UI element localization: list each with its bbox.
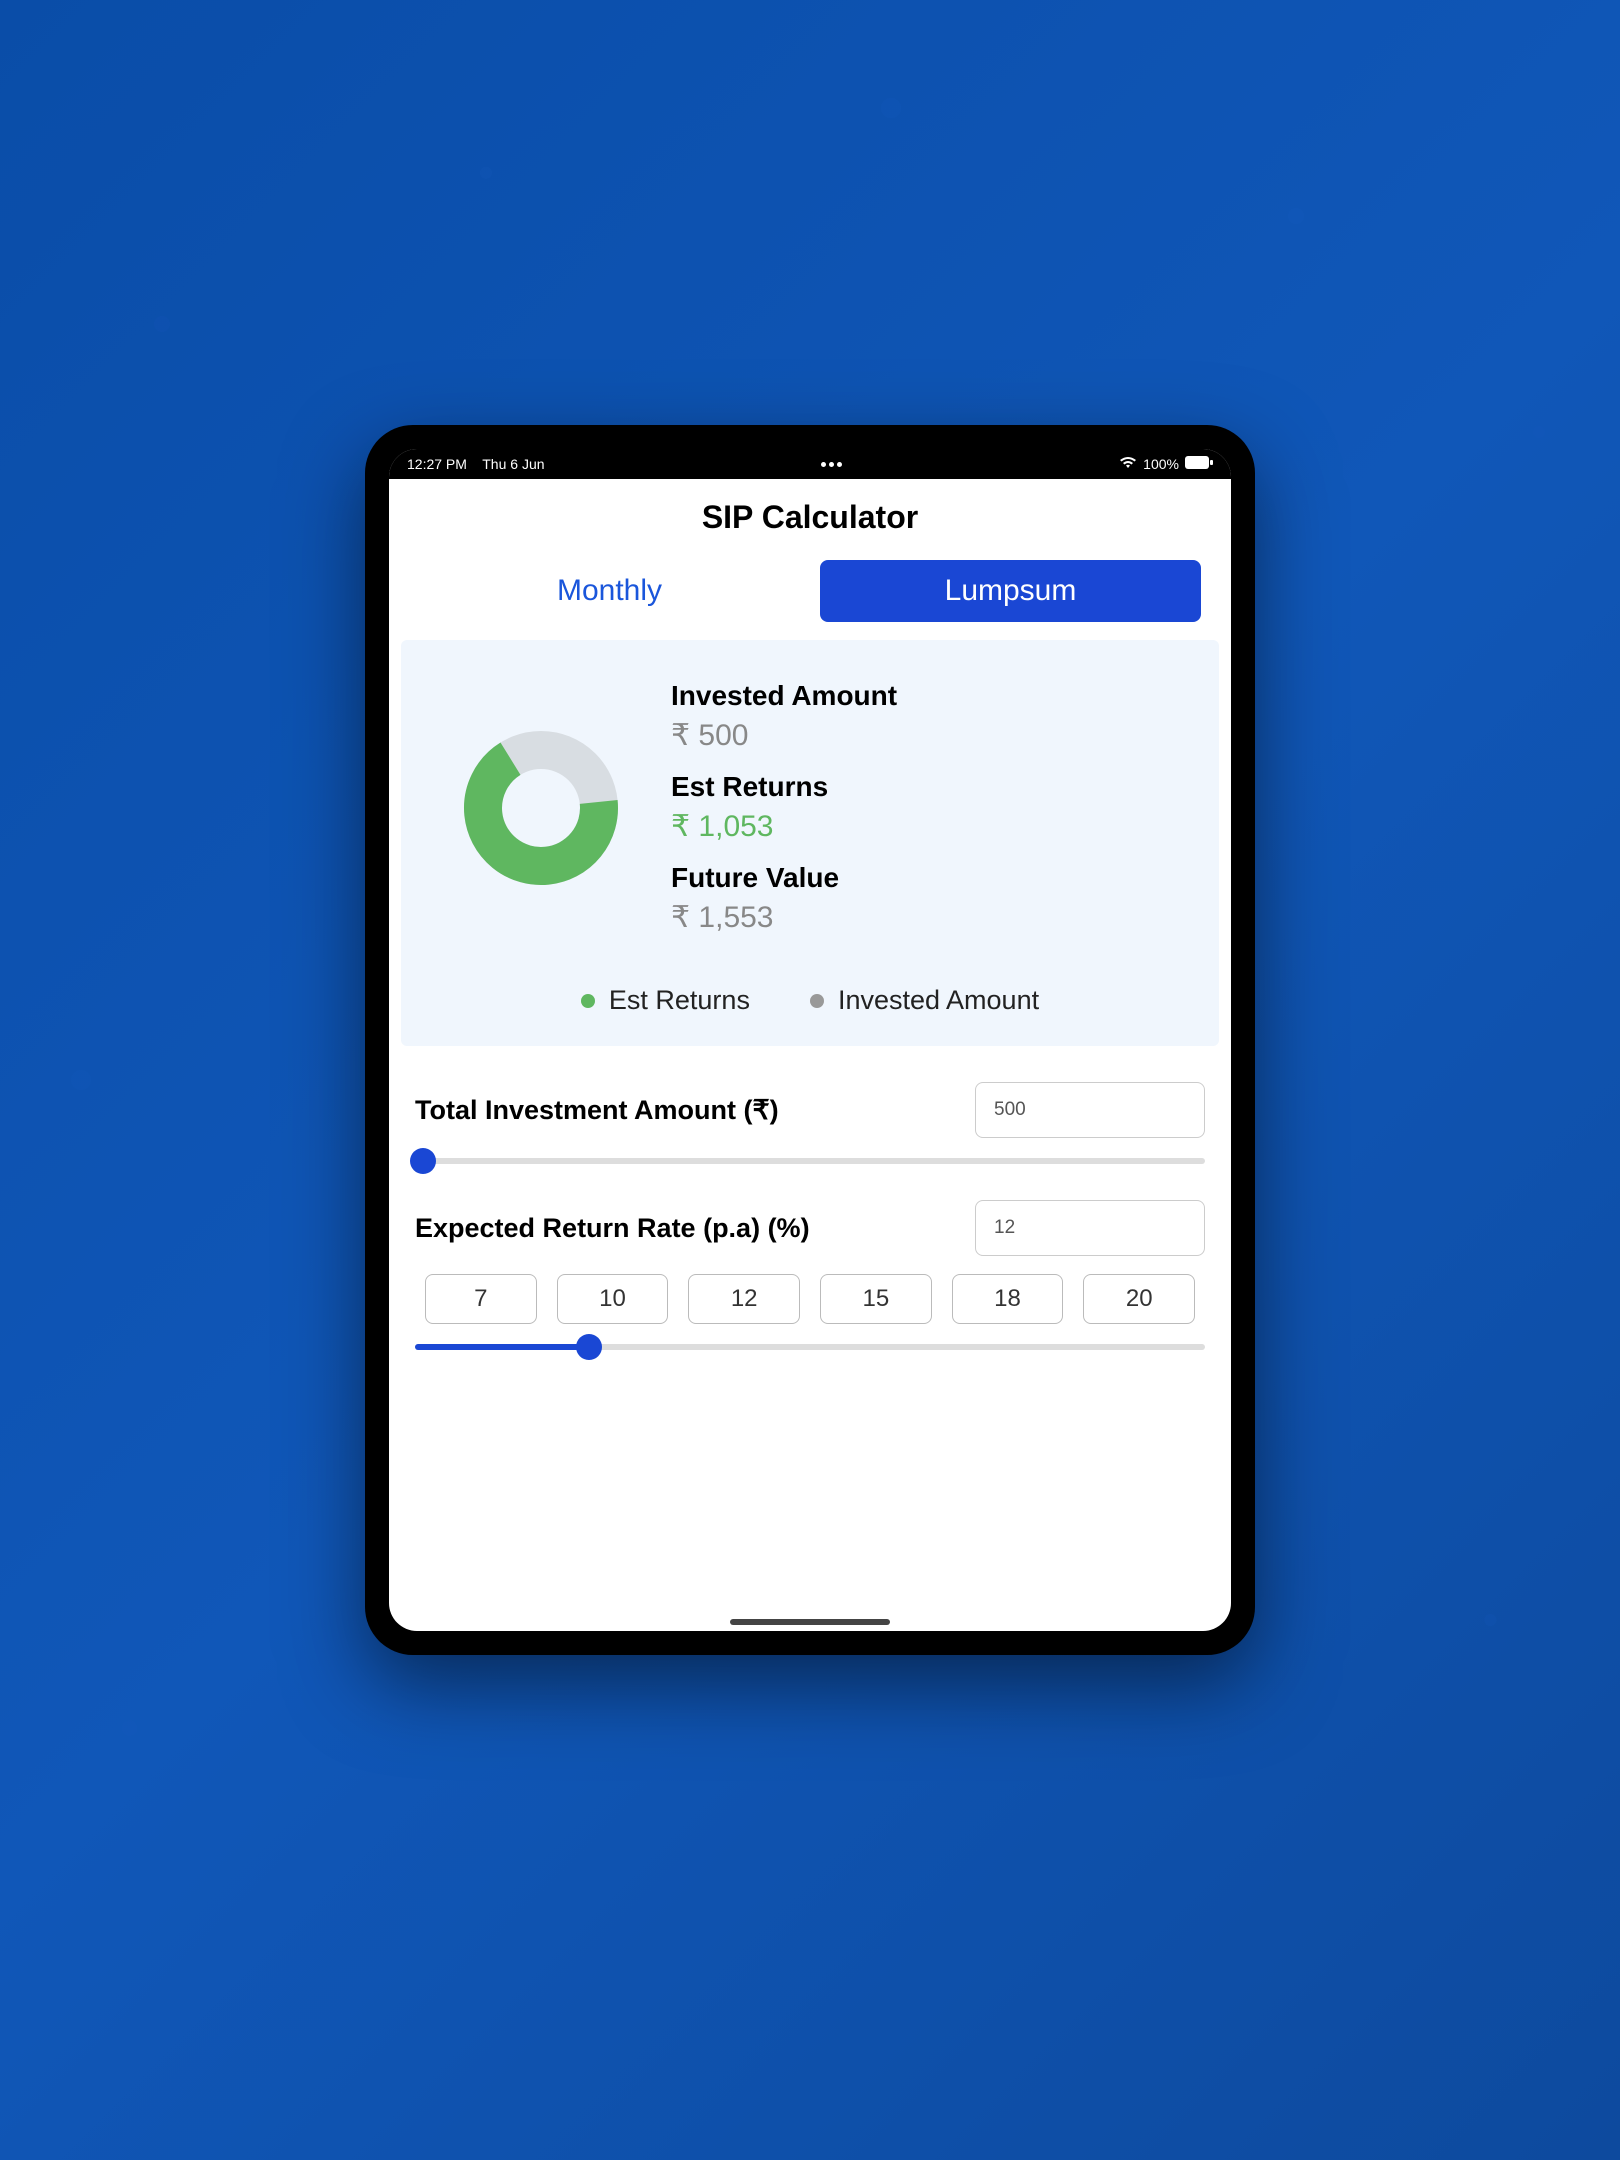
dot-green-icon	[581, 994, 595, 1008]
chip-12[interactable]: 12	[688, 1274, 800, 1324]
chip-18[interactable]: 18	[952, 1274, 1064, 1324]
invested-value: ₹ 500	[671, 718, 1189, 753]
content: Invested Amount ₹ 500 Est Returns ₹ 1,05…	[389, 640, 1231, 1631]
tab-monthly[interactable]: Monthly	[419, 560, 800, 622]
legend-invested-label: Invested Amount	[838, 985, 1039, 1016]
legend-returns-label: Est Returns	[609, 985, 750, 1016]
multitask-dots-icon	[821, 462, 842, 467]
return-rate-chips: 7 10 12 15 18 20	[425, 1274, 1195, 1324]
status-time-date: 12:27 PM Thu 6 Jun	[407, 456, 545, 472]
chip-10[interactable]: 10	[557, 1274, 669, 1324]
legend-invested: Invested Amount	[810, 985, 1039, 1016]
stats: Invested Amount ₹ 500 Est Returns ₹ 1,05…	[671, 680, 1189, 935]
status-time: 12:27 PM	[407, 456, 467, 472]
total-investment-section: Total Investment Amount (₹)	[401, 1082, 1219, 1200]
screen: 12:27 PM Thu 6 Jun 100% SIP Calculator M…	[389, 449, 1231, 1631]
chip-15[interactable]: 15	[820, 1274, 932, 1324]
legend-returns: Est Returns	[581, 985, 750, 1016]
chart-legend: Est Returns Invested Amount	[431, 985, 1189, 1016]
chip-20[interactable]: 20	[1083, 1274, 1195, 1324]
return-rate-label: Expected Return Rate (p.a) (%)	[415, 1213, 810, 1244]
total-investment-label: Total Investment Amount (₹)	[415, 1095, 779, 1126]
battery-percent: 100%	[1143, 456, 1179, 472]
home-indicator[interactable]	[730, 1619, 890, 1625]
donut-chart	[461, 728, 621, 888]
future-label: Future Value	[671, 862, 1189, 894]
tablet-frame: 12:27 PM Thu 6 Jun 100% SIP Calculator M…	[365, 425, 1255, 1655]
page-title: SIP Calculator	[389, 479, 1231, 560]
battery-icon	[1185, 456, 1213, 472]
return-rate-slider[interactable]	[415, 1344, 1205, 1350]
wifi-icon	[1119, 456, 1137, 472]
return-rate-input[interactable]	[975, 1200, 1205, 1256]
returns-label: Est Returns	[671, 771, 1189, 803]
return-rate-section: Expected Return Rate (p.a) (%) 7 10 12 1…	[401, 1200, 1219, 1386]
dot-gray-icon	[810, 994, 824, 1008]
total-investment-slider[interactable]	[415, 1158, 1205, 1164]
status-right: 100%	[1119, 456, 1213, 472]
tab-lumpsum[interactable]: Lumpsum	[820, 560, 1201, 622]
total-investment-input[interactable]	[975, 1082, 1205, 1138]
summary-card: Invested Amount ₹ 500 Est Returns ₹ 1,05…	[401, 640, 1219, 1046]
invested-label: Invested Amount	[671, 680, 1189, 712]
returns-value: ₹ 1,053	[671, 809, 1189, 844]
chip-7[interactable]: 7	[425, 1274, 537, 1324]
future-value: ₹ 1,553	[671, 900, 1189, 935]
status-date: Thu 6 Jun	[482, 456, 544, 472]
status-bar: 12:27 PM Thu 6 Jun 100%	[389, 449, 1231, 479]
tabs: Monthly Lumpsum	[389, 560, 1231, 640]
